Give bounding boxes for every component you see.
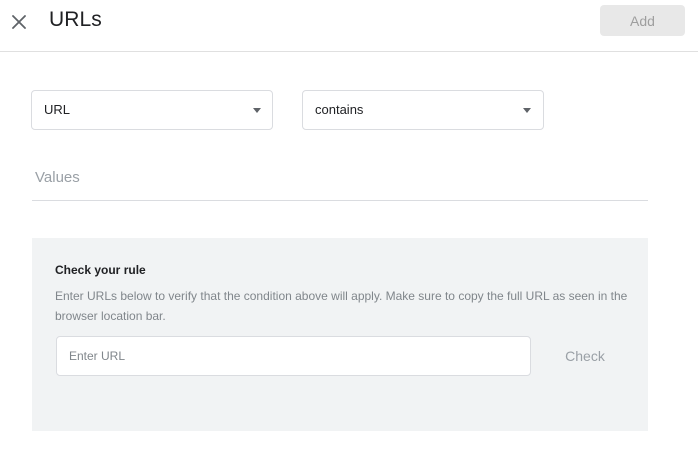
url-field-select[interactable]: URL (31, 90, 273, 130)
dialog-header: URLs Add (0, 0, 698, 52)
check-rule-title: Check your rule (55, 263, 146, 277)
url-field-select-value: URL (44, 102, 71, 117)
values-input[interactable] (32, 160, 648, 201)
check-rule-panel: Check your rule Enter URLs below to veri… (32, 238, 648, 431)
enter-url-input[interactable]: Enter URL (56, 336, 531, 376)
check-button[interactable]: Check (553, 344, 617, 368)
close-button[interactable] (6, 9, 32, 35)
add-button[interactable]: Add (600, 5, 685, 36)
dropdown-caret-icon (253, 108, 261, 113)
dropdown-caret-icon (523, 108, 531, 113)
enter-url-placeholder: Enter URL (69, 349, 126, 363)
operator-select[interactable]: contains (302, 90, 544, 130)
page-title: URLs (49, 8, 102, 31)
close-icon (12, 15, 26, 29)
operator-select-value: contains (315, 102, 364, 117)
values-placeholder: Values (35, 169, 80, 186)
check-rule-description: Enter URLs below to verify that the cond… (55, 289, 628, 323)
